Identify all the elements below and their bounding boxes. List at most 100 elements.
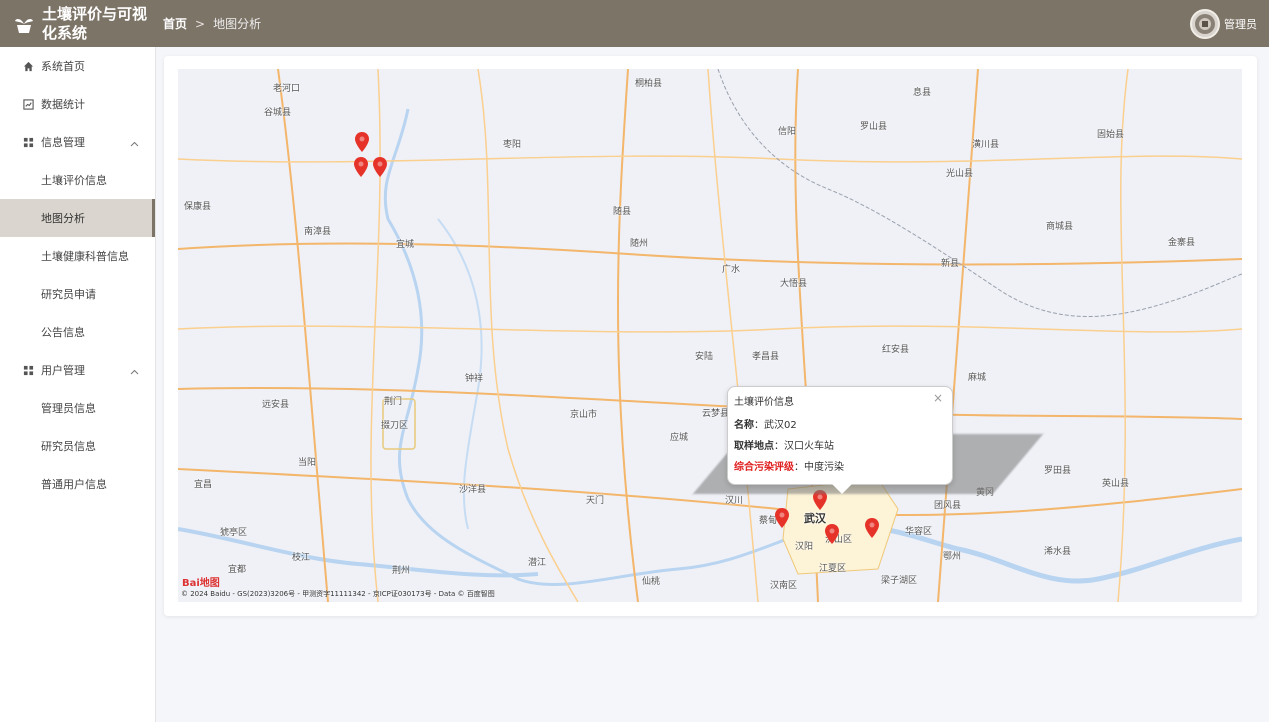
- map-place-label: 麻城: [968, 373, 987, 383]
- map-place-label: 荆门: [384, 397, 403, 407]
- map-place-label: 红安县: [882, 345, 910, 355]
- avatar-emblem-icon: [1195, 14, 1215, 34]
- map-view[interactable]: 老河口 谷城县 保康县 南漳县 宜城 枣阳 桐柏县 随县 随州 信阳 息县 罗山…: [178, 69, 1242, 602]
- map-place-label: 鄂州: [943, 552, 962, 562]
- map-place-label: 团风县: [934, 501, 962, 511]
- breadcrumb-current: 地图分析: [213, 17, 262, 31]
- avatar[interactable]: [1190, 9, 1220, 39]
- popup-name-value: 武汉02: [764, 420, 797, 431]
- map-place-label: 潢川县: [972, 140, 1000, 150]
- map-place-label: 新县: [941, 259, 960, 269]
- popup-arrow: [832, 484, 852, 494]
- app-title: 土壤评价与可视化系统: [42, 4, 148, 42]
- map-place-label: 当阳: [298, 458, 317, 468]
- sidebar-item-statistics[interactable]: 数据统计: [0, 85, 155, 123]
- map-marker[interactable]: [354, 157, 368, 177]
- map-place-label: 江夏区: [819, 564, 847, 574]
- chevron-up-icon[interactable]: [130, 365, 139, 378]
- plant-pot-icon: [15, 18, 33, 33]
- user-menu[interactable]: 管理员: [1190, 9, 1257, 39]
- top-header: 土壤评价与可视化系统 首页 > 地图分析 管理员: [0, 0, 1269, 47]
- map-roads-layer: [178, 69, 1242, 602]
- map-place-label: 安陆: [695, 352, 714, 362]
- popup-location-row: 取样地点：汉口火车站: [734, 441, 834, 452]
- sidebar-item-map-analysis[interactable]: 地图分析: [0, 199, 155, 237]
- map-place-label: 大悟县: [780, 279, 808, 289]
- sidebar-item-user-info[interactable]: 普通用户信息: [0, 465, 155, 503]
- sidebar-item-admin-info[interactable]: 管理员信息: [0, 389, 155, 427]
- chart-icon: [22, 98, 34, 110]
- map-place-label: 枝江: [292, 553, 311, 563]
- map-place-label: 汉阳: [795, 542, 814, 552]
- logo-area: 土壤评价与可视化系统: [0, 0, 155, 47]
- user-name[interactable]: 管理员: [1224, 16, 1257, 32]
- sidebar-item-soil-science[interactable]: 土壤健康科普信息: [0, 237, 155, 275]
- map-place-label: 华容区: [905, 527, 933, 537]
- map-marker[interactable]: [865, 518, 879, 538]
- map-place-label: 汉川: [725, 496, 744, 506]
- chevron-up-icon[interactable]: [130, 137, 139, 150]
- map-place-label: 光山县: [946, 169, 974, 179]
- map-place-label: 梁子湖区: [881, 576, 918, 586]
- map-place-label: 南漳县: [304, 227, 332, 237]
- popup-title: 土壤评价信息: [734, 397, 794, 408]
- map-place-label: 沙洋县: [459, 485, 487, 495]
- sidebar-group-label: 信息管理: [41, 136, 85, 149]
- map-place-label: 猇亭区: [220, 528, 248, 538]
- map-place-label: 随州: [630, 239, 649, 249]
- sidebar-item-researcher-apply[interactable]: 研究员申请: [0, 275, 155, 313]
- map-place-label: 潜江: [528, 558, 547, 568]
- breadcrumb-separator: >: [195, 16, 206, 31]
- map-place-label: 英山县: [1102, 479, 1130, 489]
- map-marker[interactable]: [355, 132, 369, 152]
- sidebar: 系统首页 数据统计 信息管理 土壤评价信息 地图分析 土壤健康科普信息 研究员申…: [0, 47, 156, 722]
- map-place-label: 保康县: [184, 202, 212, 212]
- sidebar-item-label: 系统首页: [41, 60, 85, 73]
- map-place-label: 仙桃: [642, 577, 661, 587]
- home-icon: [22, 60, 34, 72]
- map-place-label: 掇刀区: [381, 421, 409, 431]
- map-place-label: 罗田县: [1044, 466, 1072, 476]
- breadcrumb: 首页 > 地图分析: [163, 15, 261, 32]
- map-place-label: 广水: [722, 265, 741, 275]
- map-place-label: 孝昌县: [752, 352, 780, 362]
- map-marker[interactable]: [775, 508, 789, 528]
- popup-location-label: 取样地点: [734, 441, 774, 452]
- map-copyright: © 2024 Baidu - GS(2023)3206号 - 甲测资字11111…: [181, 590, 495, 598]
- map-place-label: 谷城县: [264, 108, 292, 118]
- popup-name-label: 名称: [734, 420, 754, 431]
- map-place-label: 息县: [913, 88, 932, 98]
- map-place-label: 枣阳: [503, 140, 522, 150]
- map-place-label: 武汉: [804, 512, 826, 525]
- map-place-label: 老河口: [273, 84, 301, 94]
- map-place-label: 京山市: [570, 410, 598, 420]
- info-popup: 土壤评价信息 × 名称：武汉02 取样地点：汉口火车站 综合污染评级：中度污染: [727, 386, 953, 494]
- sidebar-group-user-management[interactable]: 用户管理: [0, 351, 155, 389]
- baidu-map-logo[interactable]: Bai地图: [182, 574, 220, 589]
- sidebar-item-announcements[interactable]: 公告信息: [0, 313, 155, 351]
- main-card: 老河口 谷城县 保康县 南漳县 宜城 枣阳 桐柏县 随县 随州 信阳 息县 罗山…: [164, 56, 1257, 616]
- map-place-label: 应城: [670, 433, 689, 443]
- map-place-label: 远安县: [262, 400, 290, 410]
- sidebar-group-label: 用户管理: [41, 364, 85, 377]
- map-place-label: 宜城: [396, 240, 415, 250]
- breadcrumb-home[interactable]: 首页: [163, 15, 187, 32]
- popup-name-row: 名称：武汉02: [734, 420, 797, 431]
- sidebar-item-researcher-info[interactable]: 研究员信息: [0, 427, 155, 465]
- popup-location-value: 汉口火车站: [784, 441, 834, 452]
- popup-rating-row: 综合污染评级：中度污染: [734, 462, 844, 473]
- map-marker[interactable]: [373, 157, 387, 177]
- map-place-label: 宜昌: [194, 480, 213, 490]
- map-marker[interactable]: [825, 524, 839, 544]
- sidebar-item-home[interactable]: 系统首页: [0, 47, 155, 85]
- map-place-label: 荆州: [392, 566, 411, 576]
- map-place-label: 桐柏县: [635, 79, 663, 89]
- map-place-label: 商城县: [1046, 222, 1074, 232]
- map-place-label: 汉南区: [770, 581, 798, 591]
- map-place-label: 随县: [613, 207, 632, 217]
- close-icon[interactable]: ×: [933, 391, 943, 405]
- sidebar-group-info-management[interactable]: 信息管理: [0, 123, 155, 161]
- popup-rating-label: 综合污染评级: [734, 462, 794, 473]
- map-place-label: 信阳: [778, 127, 797, 137]
- sidebar-item-soil-evaluation[interactable]: 土壤评价信息: [0, 161, 155, 199]
